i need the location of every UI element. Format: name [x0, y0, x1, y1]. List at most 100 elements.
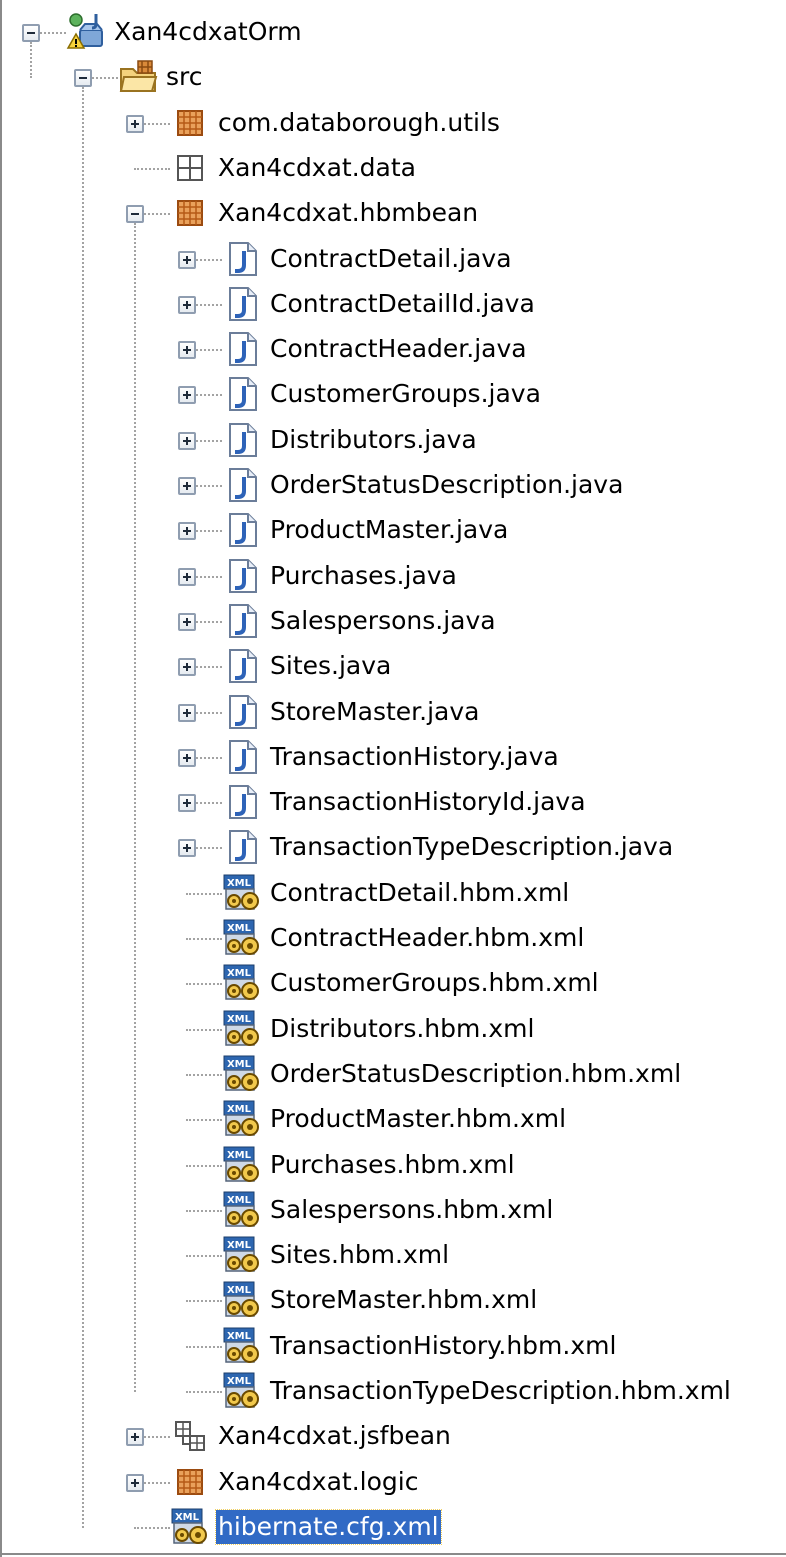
xml-file-label: CustomerGroups.hbm.xml — [270, 968, 599, 998]
java-file-label: Purchases.java — [270, 560, 457, 590]
tree-item-java-file[interactable]: ProductMaster.java — [0, 508, 786, 553]
xml-file-icon: XML — [222, 1235, 262, 1275]
svg-text:XML: XML — [227, 1014, 252, 1025]
tree-item-java-file[interactable]: ContractHeader.java — [0, 327, 786, 372]
expand-toggle-icon[interactable] — [178, 612, 196, 631]
tree-item-java-file[interactable]: TransactionHistory.java — [0, 735, 786, 780]
java-file-label: ContractDetail.java — [270, 243, 512, 273]
tree-item-xml-file[interactable]: XML Salespersons.hbm.xml — [0, 1188, 786, 1233]
tree-item-xml-file[interactable]: XML TransactionHistory.hbm.xml — [0, 1324, 786, 1369]
tree-item-src[interactable]: src — [0, 55, 786, 100]
tree-guide-line — [30, 42, 32, 79]
tree-item-java-file[interactable]: OrderStatusDescription.java — [0, 463, 786, 508]
tree-item-xml-file[interactable]: XML Sites.hbm.xml — [0, 1233, 786, 1278]
tree-item-xml-file[interactable]: XML CustomerGroups.hbm.xml — [0, 961, 786, 1006]
tree-item-xml-file[interactable]: XML ProductMaster.hbm.xml — [0, 1097, 786, 1142]
tree-connector-line — [40, 32, 66, 34]
package-label: Xan4cdxat.hbmbean — [218, 198, 479, 228]
expand-toggle-icon[interactable] — [126, 1428, 144, 1447]
svg-text:XML: XML — [227, 1331, 252, 1342]
xml-file-label: ContractDetail.hbm.xml — [270, 877, 570, 907]
expand-toggle-icon[interactable] — [178, 477, 196, 495]
expand-toggle-icon[interactable] — [178, 295, 196, 314]
expand-toggle-icon[interactable] — [178, 567, 196, 586]
package-explorer-tree[interactable]: Xan4cdxatOrm src com.databorough.utils X… — [0, 0, 786, 1557]
expand-toggle-icon[interactable] — [178, 748, 196, 767]
collapse-toggle-icon[interactable] — [22, 24, 40, 42]
tree-item-java-file[interactable]: ContractDetail.java — [0, 237, 786, 282]
tree-connector-line — [144, 1481, 170, 1484]
tree-guide-line — [134, 223, 136, 1392]
tree-item-xml-file[interactable]: XML ContractDetail.hbm.xml — [0, 871, 786, 916]
expand-toggle-icon[interactable] — [178, 250, 196, 269]
tree-item-java-file[interactable]: StoreMaster.java — [0, 690, 786, 735]
empty-package-icon — [170, 148, 210, 188]
tree-item-java-file[interactable]: ContractDetailId.java — [0, 282, 786, 327]
tree-item-package[interactable]: com.databorough.utils — [0, 101, 786, 146]
expand-toggle-icon[interactable] — [178, 522, 196, 541]
tree-item-xml-file[interactable]: XML StoreMaster.hbm.xml — [0, 1278, 786, 1323]
tree-item-xml-file[interactable]: XML ContractHeader.hbm.xml — [0, 916, 786, 961]
xml-file-label: Sites.hbm.xml — [270, 1240, 450, 1270]
expand-toggle-icon[interactable] — [178, 703, 196, 722]
java-file-label: Distributors.java — [270, 424, 477, 454]
xml-file-label: ContractHeader.hbm.xml — [270, 923, 585, 952]
java-file-label: CustomerGroups.java — [270, 379, 541, 409]
source-folder-icon — [118, 57, 158, 97]
tree-item-cfg-file[interactable]: XML hibernate.cfg.xml — [0, 1505, 786, 1550]
tree-item-java-file[interactable]: TransactionHistoryId.java — [0, 780, 786, 825]
tree-item-java-file[interactable]: Sites.java — [0, 644, 786, 689]
tree-item-package[interactable]: Xan4cdxat.jsfbean — [0, 1414, 786, 1459]
package-label: Xan4cdxat.jsfbean — [218, 1421, 451, 1451]
tree-item-package[interactable]: Xan4cdxat.data — [0, 146, 786, 191]
expand-toggle-icon[interactable] — [126, 1473, 144, 1492]
tree-item-package[interactable]: Xan4cdxat.logic — [0, 1460, 786, 1505]
tree-item-java-file[interactable]: Salespersons.java — [0, 599, 786, 644]
expand-toggle-icon[interactable] — [178, 839, 196, 858]
java-file-label: StoreMaster.java — [270, 696, 480, 726]
tree-item-java-file[interactable]: Distributors.java — [0, 418, 786, 463]
expand-toggle-icon[interactable] — [178, 794, 196, 813]
tree-item-java-file[interactable]: TransactionTypeDescription.java — [0, 825, 786, 870]
svg-text:XML: XML — [227, 1195, 252, 1206]
tree-connector-line — [134, 167, 170, 170]
xml-file-label: OrderStatusDescription.hbm.xml — [270, 1058, 682, 1088]
tree-item-xml-file[interactable]: XML Purchases.hbm.xml — [0, 1143, 786, 1188]
tree-item-java-file[interactable]: Purchases.java — [0, 554, 786, 599]
collapse-toggle-icon[interactable] — [126, 205, 144, 224]
xml-file-icon: XML — [222, 1326, 262, 1366]
java-file-label: TransactionHistory.java — [270, 741, 559, 771]
expand-toggle-icon[interactable] — [178, 658, 196, 677]
tree-connector-line — [196, 439, 222, 442]
svg-text:XML: XML — [227, 1240, 252, 1251]
java-file-label: Salespersons.java — [270, 605, 496, 635]
xml-file-label: Distributors.hbm.xml — [270, 1013, 535, 1043]
tree-connector-line — [196, 394, 222, 397]
tree-connector-line — [186, 1255, 222, 1258]
xml-file-label: Purchases.hbm.xml — [270, 1149, 515, 1179]
svg-text:XML: XML — [175, 1512, 200, 1523]
cfg-file-label: hibernate.cfg.xml — [215, 1508, 442, 1545]
tree-connector-line — [196, 349, 222, 352]
tree-item-xml-file[interactable]: XML TransactionTypeDescription.hbm.xml — [0, 1369, 786, 1414]
tree-item-project[interactable]: Xan4cdxatOrm — [0, 10, 786, 55]
tree-item-package[interactable]: Xan4cdxat.hbmbean — [0, 191, 786, 236]
svg-text:XML: XML — [227, 1285, 252, 1296]
java-file-icon — [222, 827, 262, 867]
expand-toggle-icon[interactable] — [178, 341, 196, 360]
expand-toggle-icon[interactable] — [178, 386, 196, 405]
xml-file-icon: XML — [222, 1190, 262, 1230]
java-file-icon — [222, 601, 262, 641]
expand-toggle-icon[interactable] — [178, 431, 196, 450]
tree-item-java-file[interactable]: CustomerGroups.java — [0, 372, 786, 417]
tree-connector-line — [196, 485, 222, 487]
tree-connector-line — [196, 620, 222, 623]
tree-connector-line — [186, 1073, 222, 1076]
collapse-toggle-icon[interactable] — [74, 69, 92, 88]
tree-connector-line — [186, 983, 222, 986]
tree-item-xml-file[interactable]: XML Distributors.hbm.xml — [0, 1007, 786, 1052]
tree-item-xml-file[interactable]: XML OrderStatusDescription.hbm.xml — [0, 1052, 786, 1097]
xml-file-icon: XML — [222, 1145, 262, 1185]
expand-toggle-icon[interactable] — [126, 114, 144, 133]
java-file-icon — [222, 239, 262, 279]
